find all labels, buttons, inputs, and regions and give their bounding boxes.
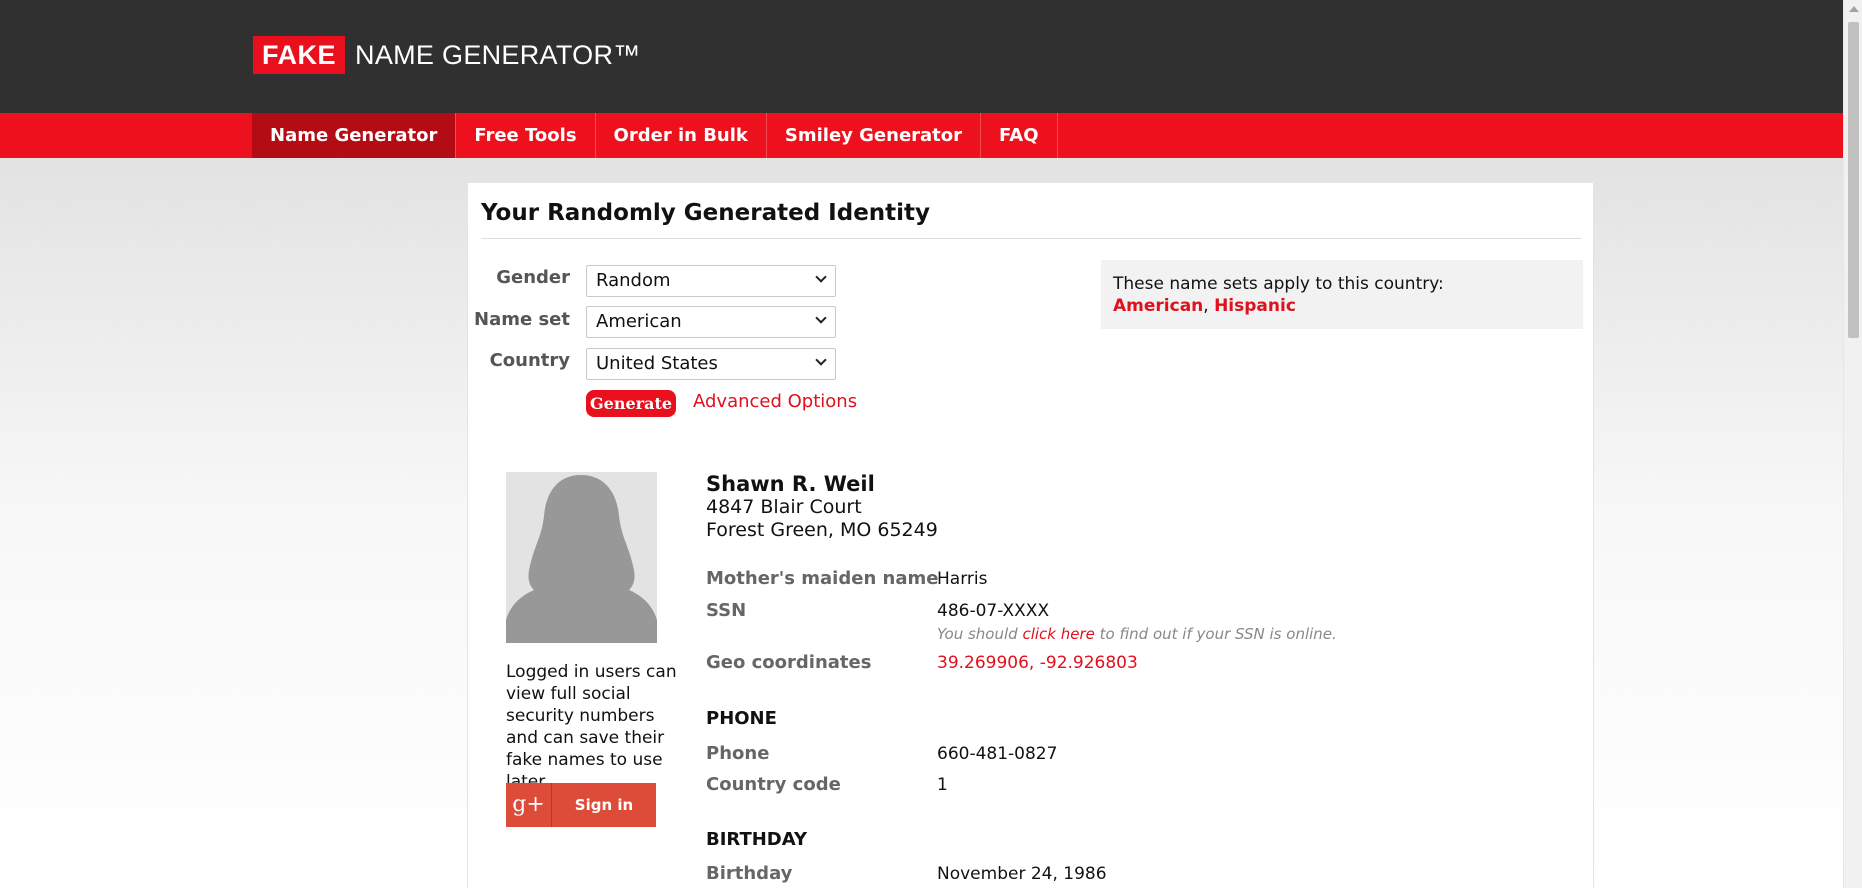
country-code-label: Country code	[706, 774, 841, 795]
login-info-text: Logged in users can view full social sec…	[506, 662, 677, 792]
page-title: Your Randomly Generated Identity	[481, 200, 931, 226]
google-plus-icon: g+	[506, 783, 552, 827]
birthday-value: November 24, 1986	[937, 864, 1107, 884]
address-line-2: Forest Green, MO 65249	[706, 519, 938, 541]
gender-label: Gender	[496, 267, 570, 288]
phone-label: Phone	[706, 743, 770, 764]
phone-value: 660-481-0827	[937, 744, 1058, 764]
name-set-select-value: American	[596, 311, 682, 332]
name-set-label: Name set	[474, 309, 570, 330]
nav-name-generator[interactable]: Name Generator	[252, 113, 457, 158]
birthday-section-heading: BIRTHDAY	[706, 829, 807, 850]
main-nav: Name Generator Free Tools Order in Bulk …	[252, 113, 1058, 158]
name-set-link-hispanic[interactable]: Hispanic	[1214, 296, 1296, 316]
ssn-click-here-link[interactable]: click here	[1022, 625, 1094, 643]
nav-faq[interactable]: FAQ	[981, 113, 1058, 158]
name-set-link-american[interactable]: American	[1113, 296, 1203, 316]
generate-button[interactable]: Generate	[586, 390, 676, 417]
ssn-note: You should click here to find out if you…	[937, 625, 1337, 643]
address-line-1: 4847 Blair Court	[706, 496, 862, 518]
ssn-value: 486-07-XXXX	[937, 601, 1050, 621]
chevron-down-icon	[815, 354, 827, 366]
nav-free-tools[interactable]: Free Tools	[456, 113, 596, 158]
advanced-options-link[interactable]: Advanced Options	[693, 391, 857, 412]
name-set-select[interactable]: American	[586, 306, 836, 338]
chevron-down-icon	[815, 271, 827, 283]
google-plus-sign-in-button[interactable]: g+ Sign in	[506, 783, 656, 827]
name-sets-info-box: These name sets apply to this country: A…	[1101, 260, 1583, 329]
country-label: Country	[489, 350, 570, 371]
top-header: FAKE NAME GENERATOR™	[0, 0, 1843, 113]
title-divider	[481, 238, 1581, 239]
silhouette-icon	[506, 472, 657, 643]
identity-panel: Your Randomly Generated Identity Gender …	[467, 182, 1594, 888]
country-select-value: United States	[596, 353, 718, 374]
chevron-down-icon	[815, 312, 827, 324]
avatar	[506, 472, 657, 643]
gender-select-value: Random	[596, 270, 671, 291]
identity-name: Shawn R. Weil	[706, 472, 875, 496]
main-nav-bar: Name Generator Free Tools Order in Bulk …	[0, 113, 1843, 158]
scroll-thumb[interactable]	[1848, 22, 1859, 338]
gender-select[interactable]: Random	[586, 265, 836, 297]
country-select[interactable]: United States	[586, 348, 836, 380]
ssn-label: SSN	[706, 600, 747, 621]
name-sets-info-text: These name sets apply to this country:	[1113, 274, 1444, 294]
phone-section-heading: PHONE	[706, 708, 777, 729]
name-sets-links: American, Hispanic	[1113, 296, 1296, 316]
page-scrollbar[interactable]	[1843, 0, 1862, 888]
scroll-up-arrow-icon[interactable]	[1849, 6, 1859, 12]
logo-fake-text: FAKE	[253, 36, 346, 74]
birthday-label: Birthday	[706, 863, 793, 884]
logo-name-generator-text: NAME GENERATOR™	[355, 39, 641, 70]
site-logo[interactable]: FAKE NAME GENERATOR™	[253, 36, 641, 74]
ssn-note-post: to find out if your SSN is online.	[1099, 625, 1337, 643]
geo-coordinates-label: Geo coordinates	[706, 652, 872, 673]
geo-coordinates-link[interactable]: 39.269906, -92.926803	[937, 653, 1138, 673]
nav-smiley-generator[interactable]: Smiley Generator	[767, 113, 982, 158]
ssn-note-pre: You should	[937, 625, 1018, 643]
sign-in-label: Sign in	[574, 796, 634, 814]
maiden-name-value: Harris	[937, 569, 988, 589]
name-set-separator: ,	[1203, 296, 1209, 316]
nav-order-in-bulk[interactable]: Order in Bulk	[596, 113, 767, 158]
maiden-name-label: Mother's maiden name	[706, 568, 939, 589]
country-code-value: 1	[937, 775, 948, 795]
